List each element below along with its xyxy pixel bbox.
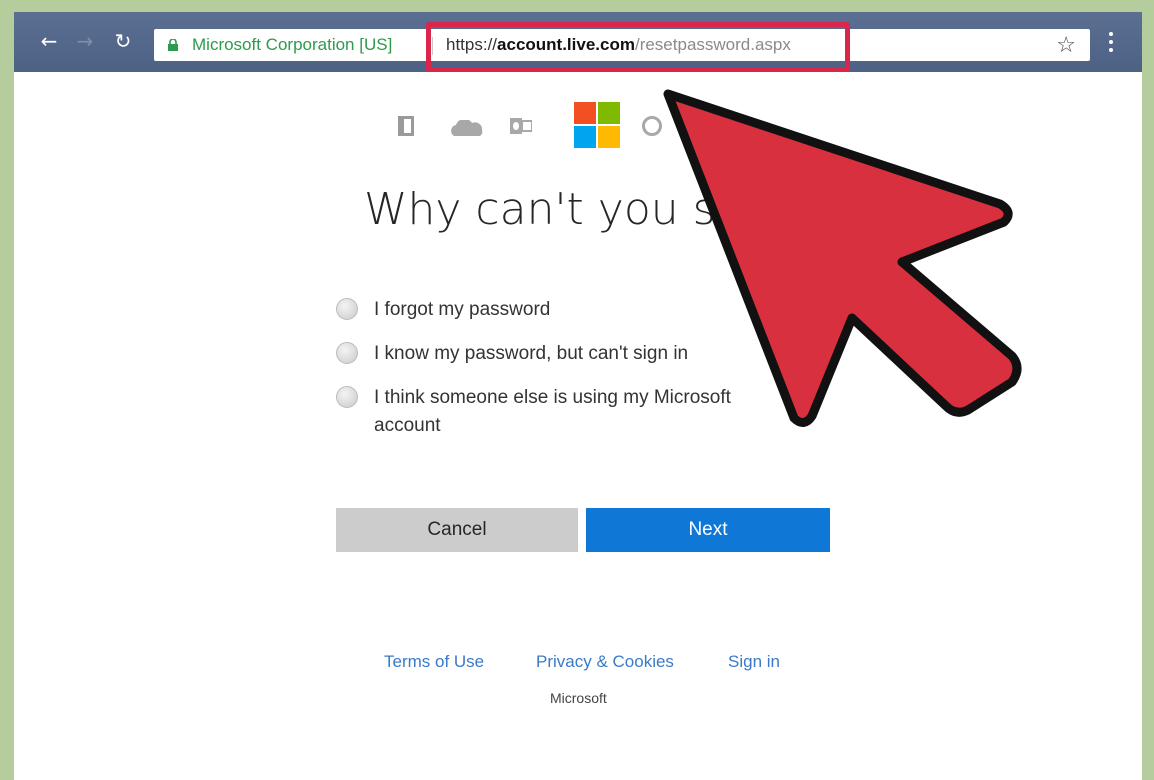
next-button[interactable]: Next bbox=[586, 508, 830, 552]
sign-in-link[interactable]: Sign in bbox=[728, 652, 780, 672]
outlook-icon bbox=[510, 118, 532, 134]
cancel-button[interactable]: Cancel bbox=[336, 508, 578, 552]
radio-button[interactable] bbox=[336, 298, 358, 320]
radio-button[interactable] bbox=[336, 386, 358, 408]
arrow-left-icon[interactable]: ← bbox=[36, 28, 62, 54]
onedrive-icon bbox=[451, 120, 483, 136]
page-title: Why can't you sig bbox=[364, 184, 755, 235]
star-icon[interactable]: ☆ bbox=[1056, 33, 1076, 58]
reload-icon[interactable]: ↻ bbox=[110, 28, 136, 54]
xbox-icon bbox=[642, 116, 662, 136]
kebab-menu-icon[interactable] bbox=[1108, 32, 1114, 54]
site-identity: Microsoft Corporation [US] bbox=[192, 35, 393, 54]
office-icon bbox=[398, 116, 414, 136]
microsoft-logo bbox=[574, 102, 620, 148]
privacy-cookies-link[interactable]: Privacy & Cookies bbox=[536, 652, 674, 672]
lock-icon bbox=[168, 39, 178, 51]
option-label: I forgot my password bbox=[374, 299, 551, 320]
arrow-right-icon[interactable]: → bbox=[72, 28, 98, 54]
option-label: I know my password, but can't sign in bbox=[374, 343, 689, 364]
browser-window: ← → ↻ Microsoft Corporation [US] https:/… bbox=[14, 12, 1142, 780]
option-label: I think someone else is using my Microso… bbox=[374, 387, 731, 436]
footer-brand: Microsoft bbox=[550, 690, 607, 706]
radio-button[interactable] bbox=[336, 342, 358, 364]
terms-of-use-link[interactable]: Terms of Use bbox=[384, 652, 484, 672]
product-icons-row bbox=[392, 102, 662, 150]
url-highlight-box bbox=[426, 22, 850, 72]
